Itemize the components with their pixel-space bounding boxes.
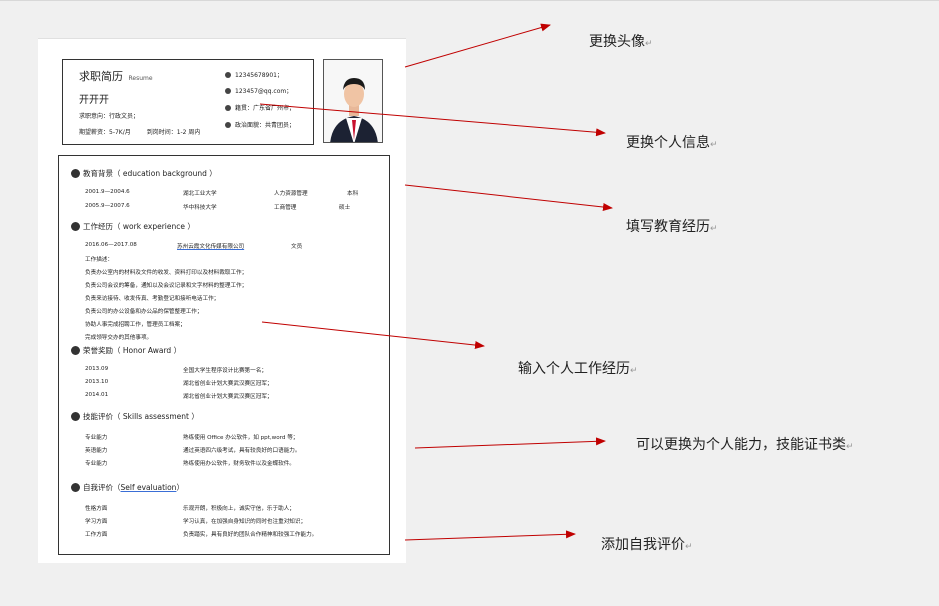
label-self-eval: 添加自我评价↵ bbox=[601, 534, 693, 554]
label-work: 输入个人工作经历↵ bbox=[518, 358, 638, 378]
annotation-arrows bbox=[0, 0, 939, 606]
label-info: 更换个人信息↵ bbox=[626, 132, 718, 152]
arrow-skills bbox=[415, 441, 605, 448]
arrow-education bbox=[405, 185, 612, 208]
arrow-work bbox=[262, 322, 484, 346]
arrow-self-eval bbox=[405, 534, 575, 540]
arrow-avatar bbox=[405, 25, 550, 67]
label-skills: 可以更换为个人能力，技能证书类↵ bbox=[636, 434, 854, 454]
label-education: 填写教育经历↵ bbox=[626, 216, 718, 236]
label-avatar: 更换头像↵ bbox=[589, 31, 653, 51]
arrow-info bbox=[260, 104, 605, 133]
